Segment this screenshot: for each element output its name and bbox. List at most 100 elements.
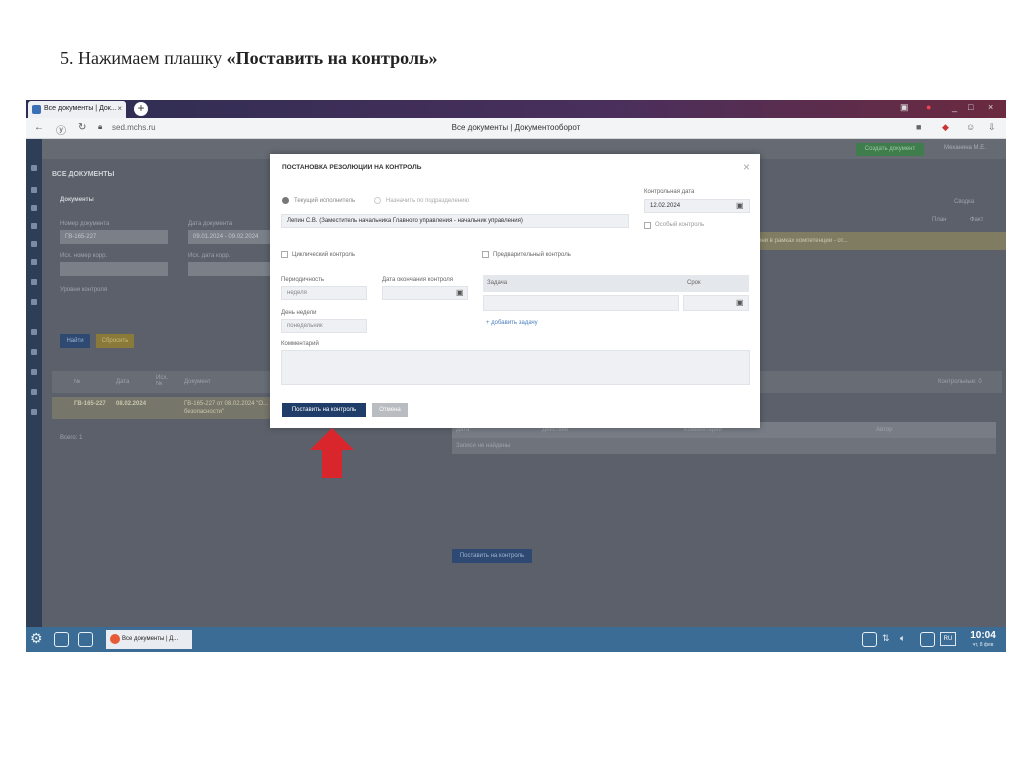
comment-textarea[interactable] [281, 350, 750, 385]
out-number-input[interactable] [60, 262, 168, 276]
sidebar-icon[interactable] [31, 241, 37, 247]
col-doc: Документ [184, 379, 211, 385]
preliminary-control-label: Предварительный контроль [493, 252, 571, 258]
control-count: Контрольные: 0 [938, 379, 982, 385]
history-empty-row: Записи не найдены [452, 438, 996, 454]
step-bold: «Поставить на контроль» [226, 48, 438, 68]
periodicity-label: Периодичность [281, 277, 325, 283]
reset-button[interactable]: Сбросить [96, 334, 134, 348]
periodicity-input[interactable]: неделя [281, 286, 367, 300]
doc-number-input[interactable]: ГВ-165-227 [60, 230, 168, 244]
weekday-input[interactable]: понедельник [281, 319, 367, 333]
network-icon[interactable]: ⇅ [882, 633, 890, 644]
col-date: Дата [116, 379, 130, 385]
maximize-icon[interactable]: □ [968, 102, 973, 112]
display-icon[interactable] [920, 632, 935, 647]
control-date-label: Контрольная дата [644, 189, 695, 195]
taskbar-browser-task[interactable]: Все документы | Д... [106, 630, 192, 649]
step-text: 5. Нажимаем плашку [60, 48, 227, 68]
preliminary-control-checkbox[interactable] [482, 251, 489, 258]
special-control-checkbox[interactable] [644, 222, 651, 229]
browser-tabbar: Все документы | Док... × + ▣ ● _ □ × [26, 100, 1006, 118]
cyclic-control-label: Циклический контроль [292, 252, 356, 258]
control-level-check[interactable]: Уровни контроля [60, 287, 107, 293]
calendar-icon[interactable]: ▣ [456, 288, 464, 297]
end-date-label: Дата окончания контроля [382, 277, 454, 283]
sidebar-icon[interactable] [31, 187, 37, 193]
record-icon[interactable]: ● [926, 102, 931, 112]
create-document-button[interactable]: Создать документ [856, 143, 924, 156]
history-empty: Записи не найдены [456, 443, 511, 449]
sidebar-icon[interactable] [31, 299, 37, 305]
close-icon[interactable]: × [743, 160, 750, 174]
sidebar-icon[interactable] [31, 223, 37, 229]
weekday-value: понедельник [287, 323, 323, 329]
language-indicator[interactable]: RU [940, 632, 956, 646]
radio-department[interactable] [374, 197, 381, 204]
sidebar-icon[interactable] [31, 409, 37, 415]
radio-current-executor[interactable] [282, 197, 289, 204]
total-count: Всего: 1 [60, 435, 83, 441]
put-on-control-bottom-button[interactable]: Поставить на контроль [452, 549, 532, 563]
favicon-icon [32, 105, 41, 114]
control-date-value: 12.02.2024 [650, 203, 681, 209]
sidebar-icon[interactable] [31, 369, 37, 375]
radio-current-label: Текущий исполнитель [294, 198, 356, 204]
task-col: Задача [487, 280, 508, 286]
tray-up-icon[interactable] [862, 632, 877, 647]
clock-time[interactable]: 10:04 [966, 630, 1000, 641]
close-icon[interactable]: × [117, 104, 122, 113]
minimize-icon[interactable]: _ [952, 102, 957, 112]
start-icon[interactable]: ⚙ [30, 630, 43, 647]
bookmark-icon[interactable]: ■ [916, 122, 921, 132]
browser-tab[interactable]: Все документы | Док... × [28, 101, 126, 118]
sidebar-icon[interactable] [31, 279, 37, 285]
volume-icon[interactable]: 🔈︎ [900, 633, 905, 644]
control-date-input[interactable]: 12.02.2024 [644, 199, 750, 213]
download-icon[interactable]: ⇩ [988, 122, 996, 133]
executor-select[interactable]: Лепин С.В. (Заместитель начальника Главн… [281, 214, 629, 228]
history-col-author: Автор [876, 427, 893, 433]
sidebar-icon[interactable] [31, 259, 37, 265]
sidebar-icon[interactable] [31, 165, 37, 171]
summary-dropdown[interactable]: Сводка [954, 199, 974, 205]
new-tab-icon[interactable]: + [134, 102, 148, 116]
dialog-title: ПОСТАНОВКА РЕЗОЛЮЦИИ НА КОНТРОЛЬ [282, 164, 422, 171]
cyclic-control-checkbox[interactable] [281, 251, 288, 258]
term-col: Срок [687, 280, 701, 286]
comment-label: Комментарий [281, 341, 319, 347]
calendar-icon[interactable]: ▣ [736, 298, 744, 307]
yandex-browser-icon [110, 634, 120, 644]
yellow-row[interactable]: ени в рамках компетенции - от... [754, 232, 1006, 250]
cancel-button[interactable]: Отмена [372, 403, 408, 417]
windows-icon[interactable] [78, 632, 93, 647]
periodicity-value: неделя [287, 290, 307, 296]
profile-icon[interactable]: ☺ [966, 122, 975, 132]
special-control-label: Особый контроль [655, 222, 705, 228]
extension-icon[interactable]: ◆ [942, 122, 949, 133]
tab-list-icon[interactable]: ▣ [900, 102, 909, 113]
put-on-control-button[interactable]: Поставить на контроль [282, 403, 366, 417]
sidebar-icon[interactable] [31, 205, 37, 211]
tab-title: Все документы | Док... [44, 105, 117, 112]
user-name[interactable]: Механина М.Е. [944, 145, 986, 151]
close-window-icon[interactable]: × [988, 102, 993, 112]
add-task-link[interactable]: + добавить задачу [486, 320, 538, 326]
page-title: Все документы | Документооборот [451, 123, 581, 132]
calendar-icon[interactable]: ▣ [736, 201, 744, 210]
sidebar-icon[interactable] [31, 389, 37, 395]
slide-caption: 5. Нажимаем плашку «Поставить на контрол… [60, 48, 438, 69]
col-num: № [74, 379, 81, 385]
task-input[interactable] [483, 295, 679, 311]
documents-title: Документы [60, 197, 94, 203]
section-title: ВСЕ ДОКУМЕНТЫ [52, 171, 115, 178]
files-icon[interactable] [54, 632, 69, 647]
sidebar-icon[interactable] [31, 329, 37, 335]
task-table-header: Задача Срок [483, 275, 749, 292]
executor-value: Лепин С.В. (Заместитель начальника Главн… [287, 218, 523, 224]
find-button[interactable]: Найти [60, 334, 90, 348]
radio-department-label: Назначить по подразделению [386, 198, 469, 204]
sidebar-icon[interactable] [31, 349, 37, 355]
row-number: ГВ-165-227 [74, 401, 106, 407]
weekday-label: День недели [281, 310, 317, 316]
